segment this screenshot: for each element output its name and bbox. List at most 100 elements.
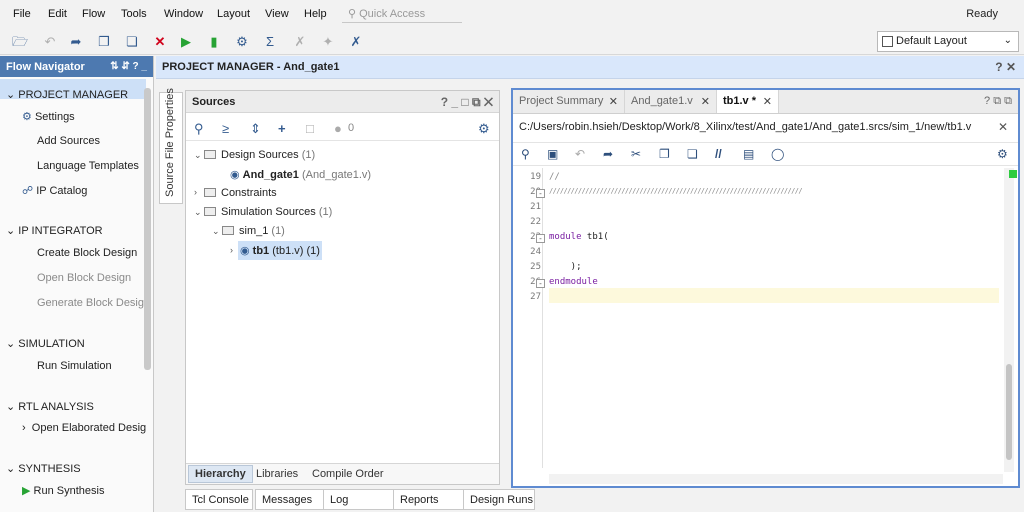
nav-open-block-design[interactable]: Open Block Design <box>37 272 131 284</box>
gear-icon[interactable]: ⚙ <box>478 121 490 137</box>
menu-help[interactable]: Help <box>304 8 327 20</box>
menu-view[interactable]: View <box>265 8 289 20</box>
save-icon[interactable]: ▣ <box>547 147 558 161</box>
editor-vertical-scrollbar[interactable] <box>1004 168 1014 472</box>
nav-run-synthesis[interactable]: ▶ Run Synthesis <box>22 484 104 497</box>
chevron-down-icon[interactable]: ⌄ <box>194 207 202 218</box>
panel-controls-icon[interactable]: ⇅ ⇵ ? _ <box>110 61 147 72</box>
tab-and-gate1-v[interactable]: And_gate1.v ✕ <box>625 90 717 113</box>
close-icon[interactable]: ✕ <box>609 95 618 108</box>
bottom-panel-tabs: Tcl Console Messages Log Reports Design … <box>185 489 535 512</box>
editor-toolbar: ⚲ ▣ ↶ ➦ ✂ ❐ ❏ // ▤ ◯ ⚙ <box>513 142 1018 166</box>
fold-icon[interactable]: - <box>536 279 545 288</box>
help-close-icon[interactable]: ? ✕ <box>995 60 1016 74</box>
tab-messages[interactable]: Messages <box>255 489 327 510</box>
delete-icon[interactable]: ✕ <box>152 34 168 50</box>
nav-create-block-design[interactable]: Create Block Design <box>37 247 137 259</box>
search-icon[interactable]: ⚲ <box>194 121 204 137</box>
nav-settings[interactable]: ⚙ Settings <box>22 110 75 123</box>
collapse-all-icon[interactable]: ≥ <box>222 121 229 136</box>
section-simulation[interactable]: ⌄ SIMULATION <box>6 337 85 350</box>
chevron-right-icon[interactable]: › <box>194 187 197 197</box>
section-synthesis[interactable]: ⌄ SYNTHESIS <box>6 462 81 475</box>
tree-tb1[interactable]: ◉ tb1 (tb1.v) (1) <box>238 241 322 260</box>
panel-controls-icon[interactable]: ? _ □ ⧉ ✕ <box>441 95 493 110</box>
chevron-down-icon[interactable]: ⌄ <box>212 226 220 237</box>
insert-template-icon[interactable]: ▤ <box>743 147 754 161</box>
project-manager-title: PROJECT MANAGER - And_gate1 <box>162 61 340 73</box>
fold-icon[interactable]: - <box>536 234 545 243</box>
tab-project-summary[interactable]: Project Summary ✕ <box>513 90 625 113</box>
tab-compile-order[interactable]: Compile Order <box>312 468 384 480</box>
code-line: ); <box>549 262 582 272</box>
menu-edit[interactable]: Edit <box>48 8 67 20</box>
fold-icon[interactable]: - <box>536 189 545 198</box>
cut-icon[interactable]: ✂ <box>631 147 641 161</box>
ip-icon: ☍ <box>22 185 34 197</box>
quick-access-search[interactable]: ⚲ Quick Access <box>342 3 462 23</box>
nav-add-sources[interactable]: Add Sources <box>37 135 100 147</box>
tab-hierarchy[interactable]: Hierarchy <box>188 465 253 483</box>
panel-controls-icon[interactable]: ? ⧉ ⧉ <box>984 95 1012 108</box>
code-area[interactable]: 19 20 21 22 23 24 25 26 27 - - - // ////… <box>513 168 1003 472</box>
gear-icon[interactable]: ⚙ <box>997 147 1008 161</box>
debug-icon[interactable]: ✗ <box>292 34 308 50</box>
run-icon[interactable]: ▶ <box>178 34 194 50</box>
section-ip-integrator[interactable]: ⌄ IP INTEGRATOR <box>6 224 103 237</box>
chevron-right-icon[interactable]: › <box>230 245 233 255</box>
tab-tcl-console[interactable]: Tcl Console <box>185 489 253 510</box>
add-sources-icon[interactable]: + <box>278 121 286 136</box>
menu-layout[interactable]: Layout <box>217 8 250 20</box>
program-device-icon[interactable]: ▮ <box>206 34 222 50</box>
tree-constraints[interactable]: Constraints <box>204 187 277 199</box>
tab-log[interactable]: Log <box>323 489 395 510</box>
tab-reports[interactable]: Reports <box>393 489 465 510</box>
nav-run-simulation[interactable]: Run Simulation <box>37 360 112 372</box>
tree-simulation-sources[interactable]: Simulation Sources (1) <box>204 206 332 218</box>
layout-select[interactable]: Default Layout ⌄ <box>877 31 1019 52</box>
properties-icon[interactable]: □ <box>306 121 314 136</box>
nav-generate-block-design[interactable]: Generate Block Design <box>37 297 150 309</box>
sigma-icon[interactable]: Σ <box>262 34 278 50</box>
close-icon[interactable]: ✕ <box>763 95 772 108</box>
paste-icon[interactable]: ❏ <box>687 147 698 161</box>
comment-icon[interactable]: // <box>715 147 722 161</box>
layout-select-value: Default Layout <box>896 35 967 47</box>
source-file-properties-tab[interactable]: Source File Properties <box>159 88 183 204</box>
nav-open-elaborated-design[interactable]: › Open Elaborated Desig <box>22 422 146 434</box>
redo-icon[interactable]: ➦ <box>603 147 613 161</box>
undo-icon[interactable]: ↶ <box>575 147 585 161</box>
scrollbar-thumb[interactable] <box>1006 364 1012 460</box>
section-project-manager[interactable]: ⌄ PROJECT MANAGER <box>6 88 128 101</box>
wand-icon[interactable]: ✦ <box>320 34 336 50</box>
cancel-run-icon[interactable]: ✗ <box>348 34 364 50</box>
search-icon[interactable]: ⚲ <box>521 147 530 161</box>
tree-sim-1[interactable]: sim_1 (1) <box>222 225 285 237</box>
open-project-icon[interactable]: 🗁 <box>12 34 28 50</box>
redo-icon[interactable]: ➦ <box>68 34 84 50</box>
tree-and-gate1[interactable]: ◉ And_gate1 (And_gate1.v) <box>230 168 371 181</box>
tab-libraries[interactable]: Libraries <box>256 468 298 480</box>
copy-icon[interactable]: ❐ <box>96 34 112 50</box>
undo-icon[interactable]: ↶ <box>42 34 58 50</box>
menu-tools[interactable]: Tools <box>121 8 147 20</box>
lightbulb-icon[interactable]: ◯ <box>771 147 784 161</box>
editor-horizontal-scrollbar[interactable] <box>549 474 1003 484</box>
tree-design-sources[interactable]: Design Sources (1) <box>204 149 315 161</box>
expand-all-icon[interactable]: ⇕ <box>250 121 261 137</box>
tab-tb1-v[interactable]: tb1.v * ✕ <box>717 90 779 113</box>
settings-icon[interactable]: ⚙ <box>234 34 250 50</box>
menu-file[interactable]: File <box>13 8 31 20</box>
close-icon[interactable]: ✕ <box>998 120 1008 134</box>
paste-icon[interactable]: ❏ <box>124 34 140 50</box>
nav-language-templates[interactable]: Language Templates <box>37 160 139 172</box>
chevron-down-icon[interactable]: ⌄ <box>194 150 202 161</box>
flow-navigator-scrollbar[interactable] <box>144 88 151 370</box>
copy-icon[interactable]: ❐ <box>659 147 670 161</box>
tab-design-runs[interactable]: Design Runs <box>463 489 535 510</box>
nav-ip-catalog[interactable]: ☍ IP Catalog <box>22 184 87 197</box>
menu-flow[interactable]: Flow <box>82 8 105 20</box>
close-icon[interactable]: ✕ <box>701 95 710 108</box>
menu-window[interactable]: Window <box>164 8 203 20</box>
section-rtl-analysis[interactable]: ⌄ RTL ANALYSIS <box>6 400 94 413</box>
